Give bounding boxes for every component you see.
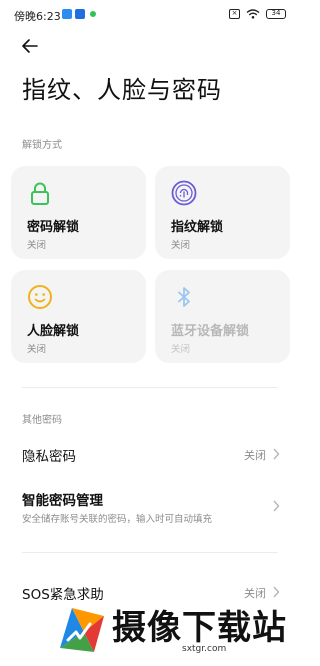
app-notification-icon <box>75 9 85 19</box>
section-label-other: 其他密码 <box>22 415 62 426</box>
watermark-logo-icon <box>60 608 104 652</box>
card-title: 人脸解锁 <box>27 324 80 339</box>
app-notification-icon <box>62 9 72 19</box>
card-face-unlock[interactable]: 人脸解锁 关闭 <box>11 270 146 363</box>
no-sim-icon: × <box>229 9 240 19</box>
section-divider <box>22 387 278 388</box>
chevron-right-icon <box>273 448 280 460</box>
watermark-text: 摄像下载站 <box>112 608 287 648</box>
card-title: 蓝牙设备解锁 <box>171 324 250 339</box>
section-label-unlock: 解锁方式 <box>22 140 62 151</box>
card-title: 密码解锁 <box>27 220 80 235</box>
card-fingerprint-unlock[interactable]: 指纹解锁 关闭 <box>155 166 290 259</box>
row-value: 关闭 <box>244 449 266 462</box>
fingerprint-icon <box>171 180 197 206</box>
notification-dot-icon <box>90 11 96 17</box>
watermark-url: sxtgr.com <box>182 644 227 654</box>
row-title: 智能密码管理 <box>22 493 103 509</box>
face-icon <box>28 285 52 309</box>
status-indicators: × 34 <box>229 9 286 19</box>
status-time: 傍晚6:23 <box>14 10 61 23</box>
battery-icon: 34 <box>266 9 286 19</box>
card-status: 关闭 <box>27 344 47 355</box>
bluetooth-icon <box>178 287 190 307</box>
list-item-smart-password-manager[interactable]: 智能密码管理 安全储存账号关联的密码，输入时可自动填充 <box>0 480 300 530</box>
list-item-privacy-password[interactable]: 隐私密码 关闭 <box>0 436 300 472</box>
lock-icon <box>31 182 49 205</box>
chevron-right-icon <box>273 500 280 512</box>
card-status: 关闭 <box>171 344 191 355</box>
status-bar: 傍晚6:23 × 34 <box>0 0 300 30</box>
card-status: 关闭 <box>171 240 191 251</box>
section-divider <box>22 552 278 553</box>
wifi-icon <box>246 9 260 19</box>
card-title: 指纹解锁 <box>171 220 224 235</box>
row-title: 隐私密码 <box>22 449 76 465</box>
row-subtitle: 安全储存账号关联的密码，输入时可自动填充 <box>22 514 213 525</box>
watermark: 摄像下载站 sxtgr.com <box>48 596 300 666</box>
card-status: 关闭 <box>27 240 47 251</box>
card-bluetooth-unlock[interactable]: 蓝牙设备解锁 关闭 <box>155 270 290 363</box>
notification-icons <box>62 9 96 19</box>
page-title: 指纹、人脸与密码 <box>22 76 222 104</box>
card-password-unlock[interactable]: 密码解锁 关闭 <box>11 166 146 259</box>
back-arrow-icon[interactable] <box>18 34 42 58</box>
